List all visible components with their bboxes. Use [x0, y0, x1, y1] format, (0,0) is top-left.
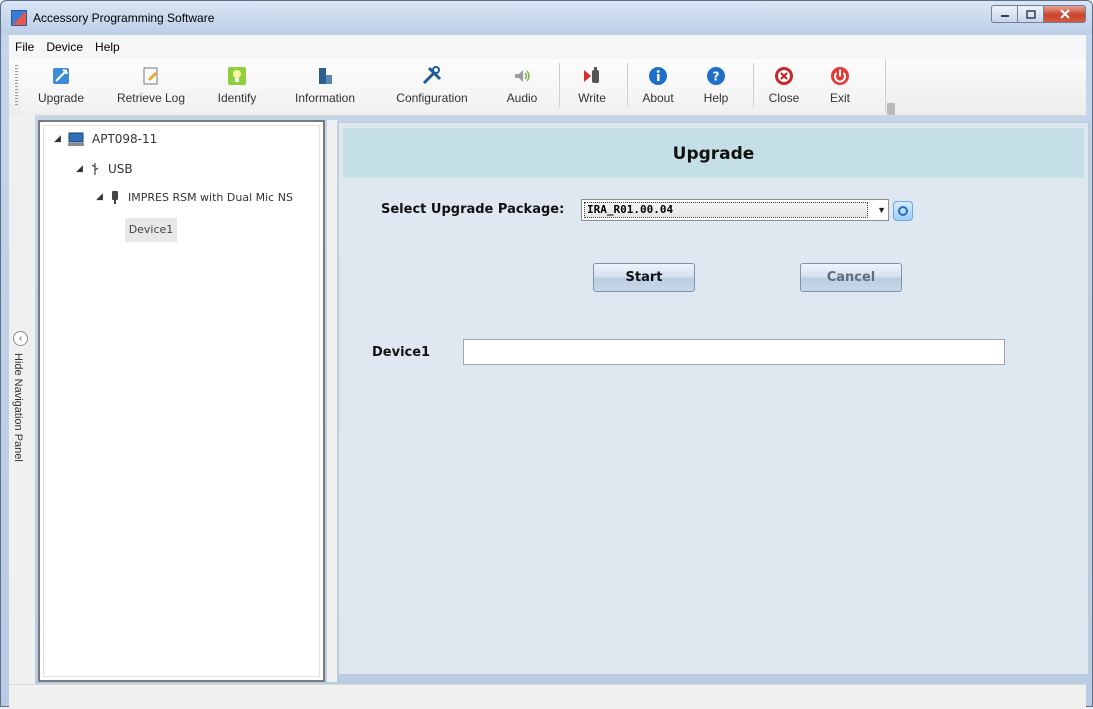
device-label: Device1 [372, 345, 431, 360]
identify-button[interactable]: Identify [211, 61, 263, 111]
chevron-down-icon[interactable]: ▼ [877, 205, 886, 215]
svg-text:?: ? [713, 70, 720, 84]
audio-icon [515, 70, 530, 82]
app-window: Accessory Programming Software File Devi… [0, 0, 1093, 709]
write-icon [584, 67, 599, 83]
audio-button[interactable]: Audio [499, 61, 545, 111]
help-icon: ? [707, 67, 725, 85]
toolbar-overflow-button[interactable] [887, 103, 895, 115]
upgrade-panel: Upgrade Select Upgrade Package: IRA_R01.… [338, 122, 1089, 675]
refresh-package-button[interactable] [893, 201, 913, 221]
window-close-button[interactable] [1043, 5, 1086, 23]
information-icon [319, 68, 332, 84]
start-button[interactable]: Start [593, 263, 695, 292]
maximize-icon [1025, 9, 1036, 19]
menu-help[interactable]: Help [89, 40, 126, 54]
exit-button[interactable]: Exit [817, 61, 863, 111]
menu-bar: File Device Help [9, 35, 1086, 59]
upgrade-button[interactable]: Upgrade [33, 61, 89, 111]
tree-node-root[interactable]: ◢ APT098-11 [54, 132, 157, 146]
toolbar-separator [559, 63, 560, 107]
page-title: Upgrade [343, 128, 1084, 178]
retrieve-log-icon [143, 67, 158, 85]
panel-splitter[interactable] [327, 120, 337, 682]
status-bar [9, 684, 1086, 709]
tree-node-usb[interactable]: ◢ USB [76, 162, 133, 176]
tree-node-device-model[interactable]: ◢ IMPRES RSM with Dual Mic NS [96, 190, 293, 204]
maximize-button[interactable] [1017, 5, 1044, 23]
toolbar: Upgrade Retrieve Log Identify Informatio… [9, 59, 1086, 116]
cancel-button[interactable]: Cancel [800, 263, 902, 292]
refresh-icon [898, 206, 908, 216]
navigation-strip: ‹ Hide Navigation Panel [9, 115, 35, 685]
device-progress-field [463, 339, 1005, 365]
identify-icon [228, 67, 246, 85]
select-package-label: Select Upgrade Package: [381, 202, 565, 217]
about-button[interactable]: About [635, 61, 681, 111]
hide-navigation-button[interactable]: ‹ [13, 331, 28, 346]
package-select[interactable]: IRA_R01.00.04 ▼ [581, 199, 889, 221]
configuration-button[interactable]: Configuration [383, 61, 481, 111]
menu-file[interactable]: File [9, 40, 40, 54]
expand-triangle-icon[interactable]: ◢ [96, 192, 110, 202]
toolbar-separator [753, 63, 754, 107]
expand-triangle-icon[interactable]: ◢ [54, 134, 68, 144]
minimize-button[interactable] [991, 5, 1018, 23]
window-title: Accessory Programming Software [33, 11, 215, 25]
expand-triangle-icon[interactable]: ◢ [76, 164, 90, 174]
toolbar-panel: Upgrade Retrieve Log Identify Informatio… [21, 59, 886, 113]
help-button[interactable]: ? Help [693, 61, 739, 111]
about-icon [649, 67, 667, 85]
exit-icon [831, 67, 849, 85]
window-controls [991, 5, 1086, 23]
navigation-tree: ◢ APT098-11 ◢ USB ◢ IMPRES RSM with Dual… [38, 120, 325, 682]
package-select-value: IRA_R01.00.04 [584, 202, 868, 218]
radio-microphone-icon [112, 191, 118, 204]
upgrade-icon [53, 68, 69, 84]
window-close-icon [1059, 9, 1070, 19]
hide-navigation-label[interactable]: Hide Navigation Panel [12, 353, 24, 462]
configuration-icon [422, 66, 442, 85]
toolbar-separator [627, 63, 628, 107]
toolbar-grip[interactable] [15, 65, 18, 107]
app-icon [11, 10, 27, 26]
close-button[interactable]: Close [761, 61, 807, 111]
computer-icon [68, 132, 84, 146]
tree-node-device1[interactable]: Device1 [125, 218, 177, 242]
minimize-icon [1000, 15, 1009, 17]
information-button[interactable]: Information [285, 61, 365, 111]
retrieve-log-button[interactable]: Retrieve Log [109, 61, 193, 111]
title-bar[interactable]: Accessory Programming Software [1, 1, 1092, 35]
close-icon [775, 67, 793, 85]
write-button[interactable]: Write [569, 61, 615, 111]
menu-device[interactable]: Device [40, 40, 89, 54]
usb-icon [91, 163, 99, 175]
